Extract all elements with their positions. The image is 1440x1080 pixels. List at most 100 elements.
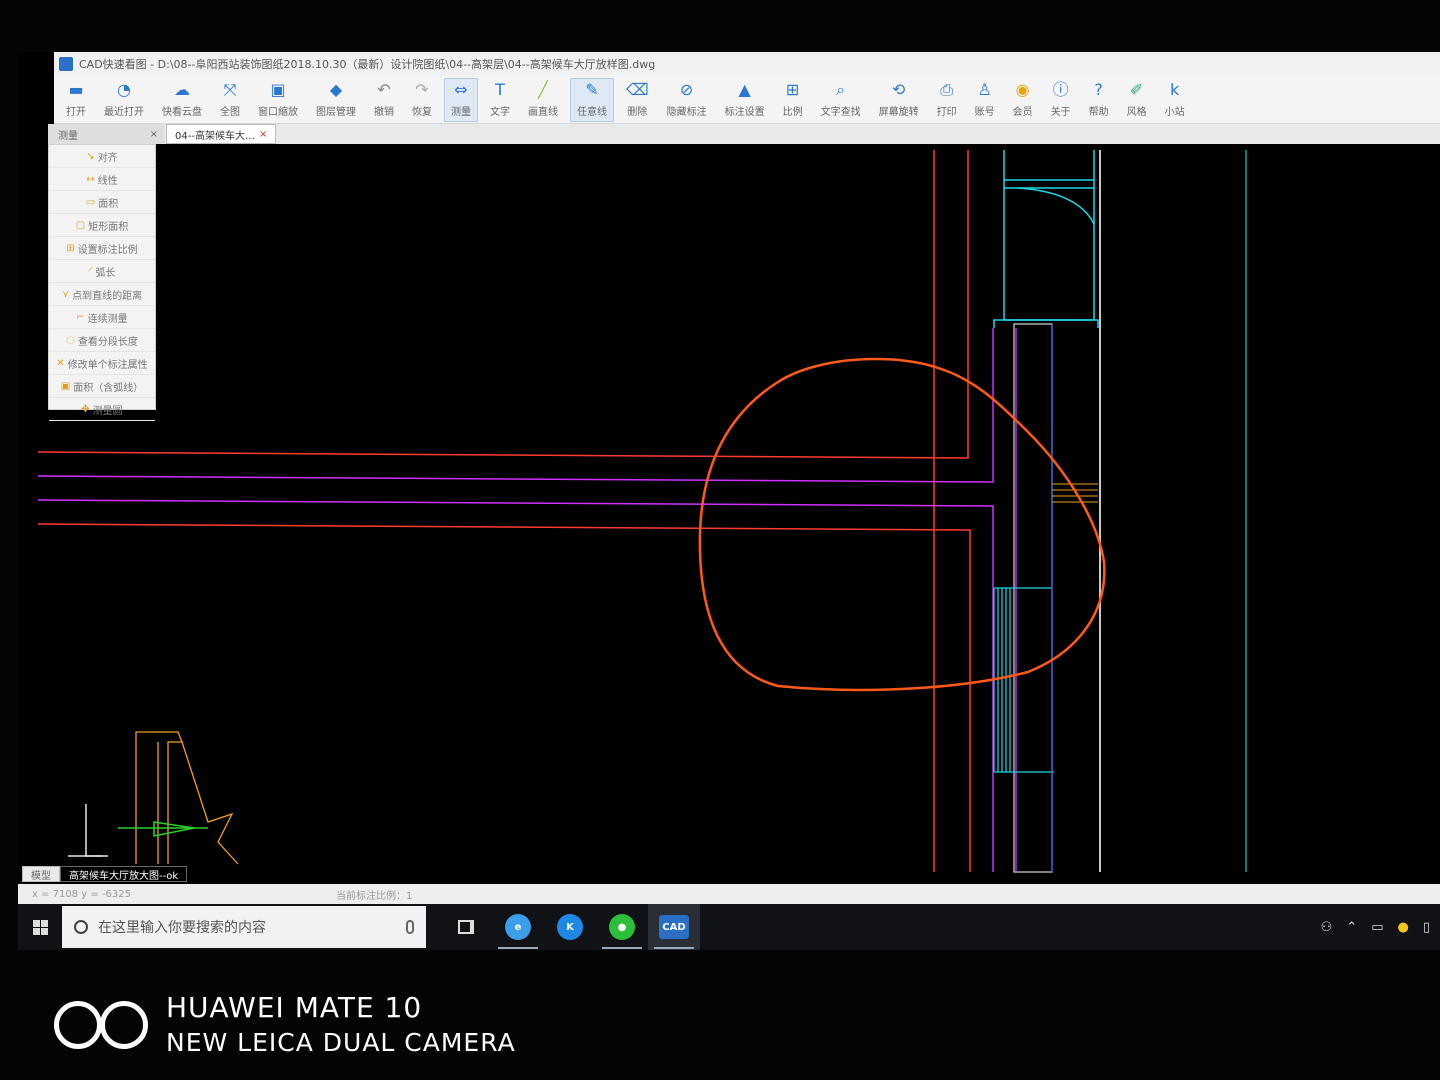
taskbar-app-cad[interactable]: CAD	[648, 904, 700, 950]
toolbar-button-9[interactable]: T 文字	[484, 79, 516, 121]
people-icon[interactable]: ⚇	[1321, 920, 1333, 935]
measure-menu-item[interactable]: ⌐ 连续测量	[49, 306, 155, 329]
wechat-icon: ●	[609, 914, 635, 940]
toolbar-button-20[interactable]: ◉ 会员	[1007, 79, 1039, 121]
cad-viewer-icon: CAD	[659, 915, 689, 939]
window-titlebar[interactable]: CAD快速看图 - D:\08--阜阳西站装饰图纸2018.10.30（最新）设…	[54, 52, 1440, 77]
taskbar-app-kugou[interactable]: K	[544, 904, 596, 950]
text-icon: T	[495, 80, 505, 99]
toolbar-button-6[interactable]: ↶ 撤销	[368, 79, 400, 121]
toolbar-label: 窗口缩放	[258, 107, 298, 118]
cursor-coordinates: x = 7108 y = -6325	[32, 888, 131, 900]
monitor-screen: CAD快速看图 - D:\08--阜阳西站装饰图纸2018.10.30（最新）设…	[18, 52, 1440, 950]
folder-icon: ▬	[68, 80, 84, 99]
measure-menu-label: 弧长	[95, 267, 116, 279]
toolbar-button-3[interactable]: ⤧ 全图	[214, 79, 246, 121]
toolbar-button-0[interactable]: ▬ 打开	[60, 79, 92, 121]
annotation-settings-icon: ▲	[738, 80, 751, 99]
measure-menu-item[interactable]: ▣ 面积（含弧线）	[49, 375, 155, 398]
window-zoom-icon: ▣	[270, 80, 286, 99]
toolbar-label: 撤销	[374, 107, 394, 118]
toolbar-button-2[interactable]: ☁ 快看云盘	[156, 79, 208, 121]
area-icon: ▭	[85, 196, 96, 208]
cad-drawing-canvas[interactable]	[18, 52, 1440, 950]
toolbar-button-17[interactable]: ⟲ 屏幕旋转	[873, 79, 925, 121]
toolbar-button-23[interactable]: ✐ 风格	[1121, 79, 1153, 121]
document-tab-close-icon[interactable]: ×	[259, 129, 267, 140]
taskbar-search-box[interactable]: 在这里输入你要搜索的内容	[62, 906, 426, 948]
measure-menu-item[interactable]: ↔ 线性	[49, 168, 155, 191]
red-wall-line-top	[37, 150, 969, 459]
toolbar-button-5[interactable]: ◆ 图层管理	[310, 79, 362, 121]
toolbar-button-16[interactable]: ⌕ 文字查找	[815, 79, 867, 121]
measure-menu-item[interactable]: ⋎ 点到直线的距离	[49, 283, 155, 306]
arc-length-icon: ◜	[88, 265, 93, 277]
toolbar-button-8[interactable]: ⇔ 测量	[444, 77, 478, 122]
toolbar-button-24[interactable]: k 小站	[1159, 79, 1191, 121]
measure-menu-label: 设置标注比例	[77, 244, 138, 256]
measure-menu-item[interactable]: ◌ 查看分段长度	[49, 329, 155, 352]
taskbar-app-task-view[interactable]	[440, 904, 492, 950]
battery-icon[interactable]: ▭	[1371, 920, 1383, 935]
measure-menu-item[interactable]: ✥ 测量圆	[49, 398, 155, 421]
freehand-icon: ✎	[585, 80, 599, 99]
measure-menu-item[interactable]: ▭ 面积	[49, 191, 155, 214]
freehand-markup-loop[interactable]	[698, 357, 1106, 692]
toolbar-label: 关于	[1050, 107, 1071, 118]
help-icon: ?	[1094, 80, 1103, 99]
toolbar-label: 删除	[627, 107, 648, 118]
point-line-icon: ⋎	[61, 288, 70, 300]
kugou-music-icon: K	[557, 914, 583, 940]
chevron-up-icon[interactable]: ⌃	[1346, 920, 1357, 935]
network-icon[interactable]: ▯	[1423, 920, 1430, 935]
system-tray: ⚇ ⌃ ▭ ● ▯	[1321, 920, 1440, 935]
measure-menu-label: 对齐	[97, 152, 118, 164]
measure-menu-item[interactable]: ✕ 修改单个标注属性	[49, 352, 155, 375]
measure-panel-title: 测量	[58, 130, 78, 142]
ucs-axis-icon	[68, 804, 208, 857]
measure-menu-label: 连续测量	[87, 313, 128, 325]
measure-panel-close-icon[interactable]: ×	[150, 129, 158, 140]
toolbar-label: 打开	[66, 107, 86, 118]
taskbar-app-wechat[interactable]: ●	[596, 904, 648, 950]
toolbar-label: 账号	[974, 107, 995, 118]
toolbar-button-13[interactable]: ⊘ 隐藏标注	[661, 79, 713, 121]
cyan-upper-frame	[1003, 150, 1095, 321]
linear-icon: ↔	[86, 173, 95, 185]
toolbar-button-14[interactable]: ▲ 标注设置	[719, 79, 771, 121]
microphone-icon[interactable]	[406, 920, 414, 934]
account-icon: ♙	[977, 80, 992, 99]
toolbar-button-7[interactable]: ↷ 恢复	[406, 79, 438, 121]
measure-menu-item[interactable]: ◜ 弧长	[49, 260, 155, 283]
style-icon: ✐	[1129, 80, 1144, 99]
toolbar-button-12[interactable]: ⌫ 删除	[620, 79, 655, 121]
toolbar-button-21[interactable]: ⓘ 关于	[1045, 79, 1077, 121]
measure-menu-item[interactable]: ⊞ 设置标注比例	[49, 237, 155, 260]
measure-menu-label: 面积（含弧线）	[73, 382, 144, 394]
toolbar-label: 会员	[1012, 107, 1033, 118]
measure-menu-label: 线性	[97, 175, 118, 187]
measure-menu-item[interactable]: ↘ 对齐	[49, 145, 155, 168]
toolbar-label: 隐藏标注	[666, 107, 707, 118]
vip-icon: ◉	[1015, 80, 1030, 99]
text-search-icon: ⌕	[836, 80, 846, 99]
toolbar-label: 文字查找	[820, 107, 861, 118]
toolbar-button-11[interactable]: ✎ 任意线	[570, 77, 614, 122]
toolbar-button-15[interactable]: ⊞ 比例	[777, 79, 809, 121]
tab-layout[interactable]: 高架候车大厅放大图--ok	[60, 866, 188, 882]
toolbar-button-22[interactable]: ? 帮助	[1083, 79, 1115, 121]
taskbar-app-ie[interactable]: e	[492, 904, 544, 950]
toolbar-button-18[interactable]: ⎙ 打印	[931, 79, 963, 121]
search-placeholder: 在这里输入你要搜索的内容	[98, 920, 266, 936]
toolbar-button-1[interactable]: ◔ 最近打开	[98, 79, 150, 121]
hide-annotation-icon: ⊘	[679, 80, 694, 99]
toolbar-button-19[interactable]: ♙ 账号	[969, 79, 1001, 121]
start-button[interactable]	[18, 904, 62, 950]
tab-model[interactable]: 模型	[22, 866, 60, 882]
tab-document[interactable]: 04--高架候车大… ×	[166, 124, 277, 144]
toolbar-button-10[interactable]: ╱ 画直线	[522, 79, 564, 121]
arc-area-icon: ▣	[60, 380, 71, 392]
security-shield-icon[interactable]: ●	[1398, 920, 1409, 935]
toolbar-button-4[interactable]: ▣ 窗口缩放	[252, 79, 304, 121]
measure-menu-item[interactable]: ▢ 矩形面积	[49, 214, 155, 237]
